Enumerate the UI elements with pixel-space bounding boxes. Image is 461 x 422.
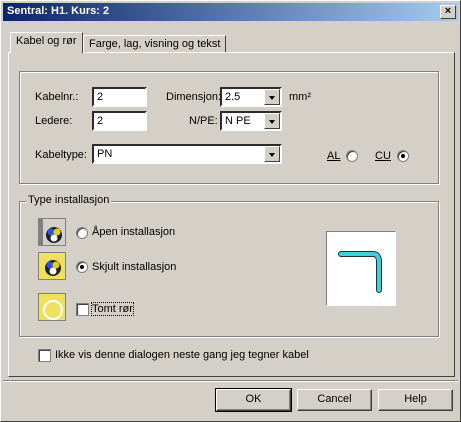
tab-panel: Kabelnr.: 2 Ledere: 2 Dimensjon: 2.5 mm²… [8, 52, 455, 377]
tab-label: Farge, lag, visning og tekst [89, 38, 221, 50]
dimensjon-label: Dimensjon: [166, 91, 222, 103]
chevron-down-icon[interactable] [264, 113, 280, 129]
npe-label: N/PE: [189, 115, 218, 127]
tab-kabel-og-ror[interactable]: Kabel og rør [10, 32, 83, 53]
dont-show-label: Ikke vis denne dialogen neste gang jeg t… [55, 349, 309, 361]
tab-label: Kabel og rør [16, 35, 77, 47]
footer-separator [3, 380, 458, 382]
installation-group-label: Type installasjon [26, 194, 112, 206]
kabeltype-select[interactable]: PN [92, 144, 282, 164]
empty-conduit-icon [38, 293, 66, 321]
title-bar[interactable]: Sentral: H1. Kurs: 2 × [3, 3, 458, 21]
ledere-label: Ledere: [35, 115, 73, 127]
tomt-ror-checkbox[interactable] [76, 303, 89, 316]
kabeltype-value: PN [97, 148, 113, 160]
dimensjon-unit: mm² [289, 91, 311, 103]
dimensjon-select[interactable]: 2.5 [220, 87, 282, 107]
dialog-window: Sentral: H1. Kurs: 2 × Kabel og rør Farg… [0, 0, 461, 422]
al-radio[interactable] [346, 150, 358, 162]
npe-value: N PE [225, 115, 251, 127]
dimensjon-value: 2.5 [225, 91, 241, 103]
chevron-down-icon[interactable] [264, 89, 280, 105]
kabelnr-label: Kabelnr.: [35, 91, 79, 103]
window-title: Sentral: H1. Kurs: 2 [7, 5, 110, 17]
hidden-installation-label: Skjult installasjon [92, 261, 177, 273]
open-installation-label: Åpen installasjon [92, 226, 176, 238]
hidden-installation-radio[interactable] [76, 261, 88, 273]
al-label: AL [327, 150, 341, 162]
ok-button[interactable]: OK [215, 388, 292, 412]
dont-show-checkbox[interactable] [38, 349, 51, 362]
hidden-installation-icon [38, 252, 66, 280]
ledere-field[interactable]: 2 [92, 111, 147, 131]
cu-label: CU [375, 150, 391, 162]
help-button[interactable]: Help [378, 389, 453, 411]
open-installation-icon [38, 218, 66, 246]
close-button[interactable]: × [440, 5, 456, 19]
chevron-down-icon[interactable] [264, 146, 280, 162]
tab-farge-lag[interactable]: Farge, lag, visning og tekst [83, 35, 227, 53]
cu-radio[interactable] [397, 150, 409, 162]
preview-panel [326, 231, 396, 306]
cancel-button[interactable]: Cancel [297, 389, 372, 411]
npe-select[interactable]: N PE [220, 111, 282, 131]
tomt-ror-label: Tomt rør [91, 302, 134, 316]
close-icon: × [444, 5, 452, 17]
open-installation-radio[interactable] [76, 227, 88, 239]
kabelnr-field[interactable]: 2 [92, 87, 147, 107]
kabeltype-label: Kabeltype: [35, 149, 87, 161]
